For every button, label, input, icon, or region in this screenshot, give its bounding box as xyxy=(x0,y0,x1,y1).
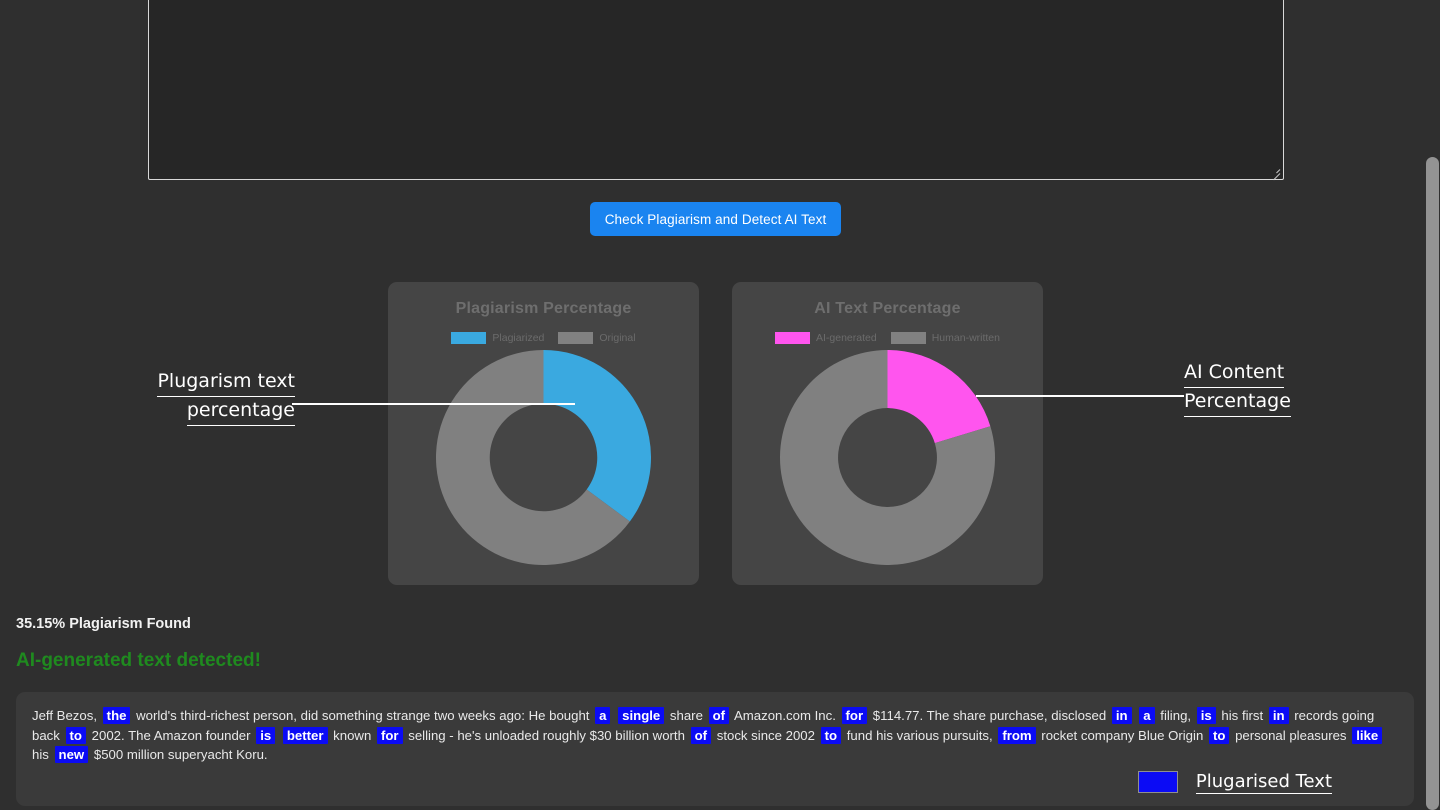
ai-donut-chart[interactable] xyxy=(780,350,995,565)
annotation-right-leader-line xyxy=(976,395,1184,397)
ai-chart-legend: AI-generated Human-written xyxy=(732,332,1043,344)
legend-item-human-written[interactable]: Human-written xyxy=(890,332,1000,344)
input-textarea-wrapper xyxy=(148,0,1284,181)
annotation-plagiarism-label: Plugarism text percentage xyxy=(123,368,295,426)
annotation-left-line1: Plugarism text xyxy=(157,368,295,397)
plagiarised-word: new xyxy=(54,746,89,763)
plagiarised-word: is xyxy=(1196,707,1216,724)
annotation-left-leader-line xyxy=(292,403,575,405)
plagiarised-text-swatch xyxy=(1137,771,1178,793)
legend-swatch-plagiarized xyxy=(451,332,487,344)
original-text-run: his xyxy=(32,747,49,762)
legend-label-plagiarized: Plagiarized xyxy=(492,332,545,344)
original-text-run: world's third-richest person, did someth… xyxy=(136,708,590,723)
legend-item-original[interactable]: Original xyxy=(558,332,636,344)
plagiarised-word: from xyxy=(998,726,1036,744)
legend-item-plagiarized[interactable]: Plagiarized xyxy=(451,332,544,344)
legend-swatch-ai-generated xyxy=(775,332,810,344)
original-text-run: rocket company Blue Origin xyxy=(1041,727,1204,743)
plagiarised-word: the xyxy=(102,707,131,724)
plagiarised-text-label: Plugarised Text xyxy=(1195,770,1332,794)
plagiarised-word: a xyxy=(595,707,611,724)
plagiarised-word: in xyxy=(1111,707,1132,724)
plagiarised-word: single xyxy=(618,707,665,724)
plagiarised-word: for xyxy=(376,726,403,744)
plagiarism-chart-title: Plagiarism Percentage xyxy=(455,300,632,317)
plagiarised-text-legend: Plugarised Text xyxy=(32,771,1398,794)
original-text-run: his first xyxy=(1221,708,1264,723)
legend-label-original: Original xyxy=(599,332,636,344)
legend-swatch-human-written xyxy=(890,332,926,344)
legend-item-ai-generated[interactable]: AI-generated xyxy=(775,332,877,344)
legend-swatch-original xyxy=(558,332,594,344)
annotation-right-line2: Percentage xyxy=(1184,388,1291,417)
plagiarism-chart-legend: Plagiarized Original xyxy=(388,332,699,344)
page-root: Check Plagiarism and Detect AI Text Plag… xyxy=(0,0,1440,810)
original-text-run: known xyxy=(333,727,372,743)
check-plagiarism-button[interactable]: Check Plagiarism and Detect AI Text xyxy=(590,202,841,236)
plagiarised-word: better xyxy=(282,726,328,744)
legend-label-ai-generated: AI-generated xyxy=(816,332,877,344)
text-input-textarea[interactable] xyxy=(148,0,1284,180)
annotation-left-line2: percentage xyxy=(186,397,295,426)
plagiarised-word: for xyxy=(841,707,868,724)
plagiarised-word: of xyxy=(690,726,712,744)
original-text-run: filing, xyxy=(1160,708,1192,723)
original-text-run: selling - he's unloaded roughly $30 bill… xyxy=(408,727,685,743)
plagiarised-word: a xyxy=(1139,707,1155,724)
page-scrollbar-thumb[interactable] xyxy=(1426,157,1439,810)
original-text-run: personal pleasures xyxy=(1235,727,1347,743)
ai-text-percentage-card: AI Text Percentage AI-generated Human-wr… xyxy=(732,282,1043,585)
analyzed-text-result-box: Jeff Bezos, the world's third-richest pe… xyxy=(16,692,1414,806)
original-text-run: $114.77. The share purchase, disclosed xyxy=(872,708,1107,723)
original-text-run: $500 million superyacht Koru. xyxy=(93,747,268,762)
plagiarised-word: to xyxy=(65,726,86,744)
plagiarised-word: like xyxy=(1352,726,1383,744)
original-text-run: share xyxy=(669,708,703,723)
page-scrollbar-track[interactable] xyxy=(1425,0,1440,810)
plagiarised-word: to xyxy=(820,726,842,744)
original-text-run: stock since 2002 xyxy=(716,727,815,743)
ai-detected-status: AI-generated text detected! xyxy=(16,650,261,671)
ai-chart-title: AI Text Percentage xyxy=(814,300,961,317)
original-text-run: Amazon.com Inc. xyxy=(733,708,836,723)
original-text-run: 2002. The Amazon founder xyxy=(91,727,251,743)
plagiarism-donut-chart[interactable] xyxy=(436,350,651,565)
annotation-right-line1: AI Content xyxy=(1184,359,1285,388)
plagiarised-word: is xyxy=(256,726,276,744)
legend-label-human-written: Human-written xyxy=(931,332,1000,344)
plagiarism-found-status: 35.15% Plagiarism Found xyxy=(16,616,191,632)
original-text-run: fund his various pursuits, xyxy=(846,727,993,743)
original-text-run: Jeff Bezos, xyxy=(32,708,97,723)
plagiarised-word: in xyxy=(1268,707,1289,724)
plagiarism-percentage-card: Plagiarism Percentage Plagiarized Origin… xyxy=(388,282,699,585)
plagiarised-word: to xyxy=(1208,726,1230,744)
plagiarised-word: of xyxy=(708,707,730,724)
annotation-ai-label: AI Content Percentage xyxy=(1184,359,1291,417)
analyzed-text-body: Jeff Bezos, the world's third-richest pe… xyxy=(32,706,1398,765)
